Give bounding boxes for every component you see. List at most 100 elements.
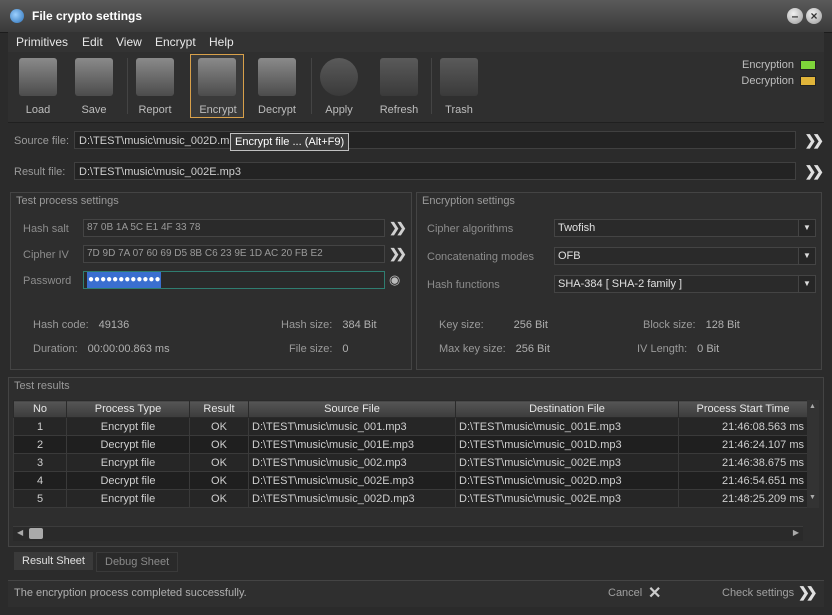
tab-result-sheet[interactable]: Result Sheet — [14, 552, 93, 570]
trash-button[interactable]: Trash — [432, 54, 486, 118]
menu-view[interactable]: View — [116, 35, 142, 49]
scroll-thumb[interactable] — [29, 528, 43, 539]
report-icon — [136, 58, 174, 96]
hash-code-info: Hash code: 49136 — [33, 319, 129, 331]
gear-icon — [320, 58, 358, 96]
scroll-right-icon[interactable]: ▶ — [793, 528, 799, 537]
apply-button[interactable]: Apply — [312, 54, 366, 118]
cancel-label: Cancel — [608, 587, 643, 599]
cell-source-file: D:\TEST\music\music_002E.mp3 — [248, 471, 456, 490]
check-settings-label: Check settings — [722, 587, 795, 599]
save-icon — [75, 58, 113, 96]
table-header-row: No Process Type Result Source File Desti… — [13, 400, 808, 418]
source-file-input[interactable]: D:\TEST\music\music_002D.mp3 — [74, 131, 796, 149]
table-row[interactable]: 2 Decrypt file OK D:\TEST\music\music_001E.… — [13, 435, 808, 454]
decryption-indicator: Decryption — [741, 75, 816, 87]
chevron-down-icon: ▼ — [798, 248, 815, 264]
source-browse-arrow-icon[interactable]: ❯❯ — [805, 132, 825, 149]
minimize-button[interactable]: – — [787, 8, 803, 24]
close-button[interactable]: × — [806, 8, 822, 24]
table-row[interactable]: 1 Encrypt file OK D:\TEST\music\music_001.m… — [13, 417, 808, 436]
cancel-x-icon[interactable]: ✕ — [648, 583, 661, 603]
source-file-label: Source file: — [14, 135, 70, 147]
chevron-down-icon: ▼ — [798, 276, 815, 292]
encrypt-button[interactable]: Encrypt — [190, 54, 244, 118]
recycle-icon — [380, 58, 418, 96]
key-size-value: 256 Bit — [513, 319, 548, 331]
decrypt-icon — [258, 58, 296, 96]
report-button[interactable]: Report — [128, 54, 182, 118]
table-row[interactable]: 4 Decrypt file OK D:\TEST\music\music_002E.… — [13, 471, 808, 490]
cipher-iv-generate-icon[interactable]: ❯❯ — [389, 246, 407, 262]
cell-no: 1 — [13, 417, 67, 436]
column-header-no[interactable]: No — [13, 400, 67, 418]
menu-encrypt[interactable]: Encrypt — [155, 35, 196, 49]
menu-edit[interactable]: Edit — [82, 35, 103, 49]
tab-debug-sheet[interactable]: Debug Sheet — [96, 552, 179, 572]
password-input[interactable]: ●●●●●●●●●●●● — [83, 271, 385, 289]
menu-bar: Primitives Edit View Encrypt Help — [8, 32, 824, 52]
column-header-source-file[interactable]: Source File — [248, 400, 456, 418]
cell-source-file: D:\TEST\music\music_001.mp3 — [248, 417, 456, 436]
check-settings-arrow-icon[interactable]: ❯❯ — [798, 584, 818, 601]
trash-icon — [440, 58, 478, 96]
column-header-result[interactable]: Result — [189, 400, 249, 418]
key-size-label: Key size: — [439, 319, 484, 331]
results-horizontal-scrollbar[interactable]: ◀ ▶ — [13, 526, 803, 541]
column-header-destination-file[interactable]: Destination File — [455, 400, 679, 418]
column-header-start-time[interactable]: Process Start Time — [678, 400, 808, 418]
file-size-label: File size: — [289, 343, 333, 355]
cell-no: 4 — [13, 471, 67, 490]
scroll-left-icon[interactable]: ◀ — [17, 528, 23, 537]
password-value: ●●●●●●●●●●●● — [87, 272, 162, 288]
max-key-value: 256 Bit — [515, 343, 550, 355]
scroll-down-icon[interactable]: ▼ — [809, 494, 816, 501]
cipher-iv-input[interactable]: 7D 9D 7A 07 60 69 D5 8B C6 23 9E 1D AC 2… — [83, 245, 385, 263]
decryption-led-icon — [800, 76, 816, 87]
apply-label: Apply — [325, 104, 353, 116]
decrypt-button[interactable]: Decrypt — [250, 54, 304, 118]
cell-result: OK — [189, 489, 249, 508]
cell-process-type: Decrypt file — [66, 471, 190, 490]
iv-length-info: IV Length: 0 Bit — [637, 343, 719, 355]
load-button[interactable]: Load — [11, 54, 65, 118]
cipher-select[interactable]: Twofish ▼ — [554, 219, 816, 237]
cell-destination-file: D:\TEST\music\music_002E.mp3 — [455, 453, 679, 472]
cell-source-file: D:\TEST\music\music_001E.mp3 — [248, 435, 456, 454]
menu-primitives[interactable]: Primitives — [16, 35, 68, 49]
column-header-process-type[interactable]: Process Type — [66, 400, 190, 418]
result-browse-arrow-icon[interactable]: ❯❯ — [805, 163, 825, 180]
cell-destination-file: D:\TEST\music\music_002D.mp3 — [455, 471, 679, 490]
results-vertical-scrollbar[interactable]: ▲ ▼ — [807, 400, 819, 508]
panel-title: Encryption settings — [422, 195, 515, 207]
result-file-input[interactable]: D:\TEST\music\music_002E.mp3 — [74, 162, 796, 180]
password-label: Password — [23, 275, 72, 287]
hash-size-info: Hash size: 384 Bit — [281, 319, 377, 331]
max-key-info: Max key size: 256 Bit — [439, 343, 550, 355]
cell-destination-file: D:\TEST\music\music_002E.mp3 — [455, 489, 679, 508]
refresh-button[interactable]: Refresh — [372, 54, 426, 118]
source-file-row: Source file: D:\TEST\music\music_002D.mp… — [8, 129, 824, 153]
load-label: Load — [25, 104, 51, 116]
block-size-label: Block size: — [643, 319, 696, 331]
cell-no: 3 — [13, 453, 67, 472]
results-table: No Process Type Result Source File Desti… — [13, 400, 808, 508]
show-password-eye-icon[interactable]: ◉ — [389, 272, 400, 288]
hash-function-select[interactable]: SHA-384 [ SHA-2 family ] ▼ — [554, 275, 816, 293]
table-row[interactable]: 5 Encrypt file OK D:\TEST\music\music_002D.… — [13, 489, 808, 508]
hash-salt-generate-icon[interactable]: ❯❯ — [389, 220, 407, 236]
hash-salt-input[interactable]: 87 0B 1A 5C E1 4F 33 78 — [83, 219, 385, 237]
cell-start-time: 21:46:08.563 ms — [678, 417, 808, 436]
result-file-label: Result file: — [14, 166, 66, 178]
block-size-info: Block size: 128 Bit — [643, 319, 740, 331]
save-button[interactable]: Save — [67, 54, 121, 118]
scroll-up-icon[interactable]: ▲ — [809, 403, 816, 410]
cell-process-type: Encrypt file — [66, 417, 190, 436]
encryption-led-icon — [800, 60, 816, 71]
cell-no: 2 — [13, 435, 67, 454]
table-row[interactable]: 3 Encrypt file OK D:\TEST\music\music_002.m… — [13, 453, 808, 472]
menu-help[interactable]: Help — [209, 35, 234, 49]
duration-info: Duration: 00:00:00.863 ms — [33, 343, 170, 355]
mode-select[interactable]: OFB ▼ — [554, 247, 816, 265]
encryption-indicator: Encryption — [742, 59, 816, 71]
